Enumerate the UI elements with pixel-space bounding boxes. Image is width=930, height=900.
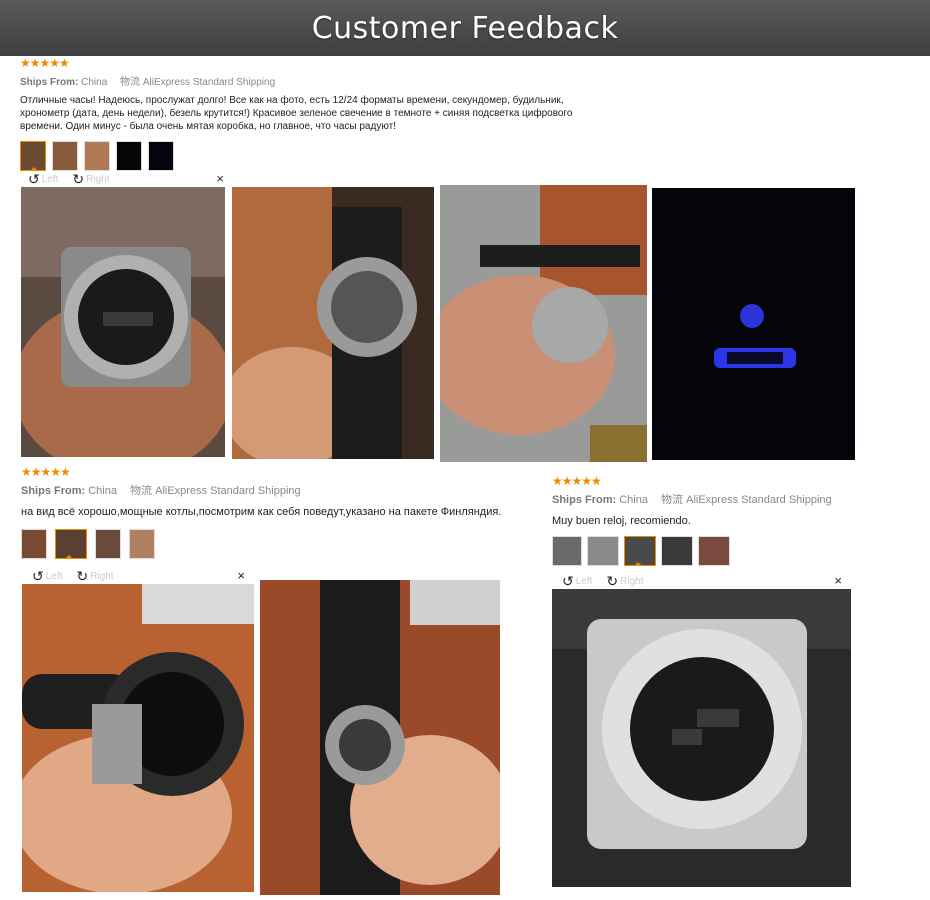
watch-backlight-image (652, 188, 855, 460)
rotate-right-button[interactable]: ↻ Right (72, 172, 109, 186)
thumbnail[interactable] (552, 536, 582, 566)
rotate-left-button[interactable]: ↺ Left (32, 569, 62, 583)
rotate-left-icon: ↺ (32, 568, 44, 584)
thumbnail[interactable] (55, 529, 87, 559)
rotate-left-button[interactable]: ↺ Left (28, 172, 58, 186)
rotate-right-label: Right (86, 173, 110, 185)
thumbnail[interactable] (661, 536, 693, 566)
review-photo[interactable] (21, 187, 225, 457)
shipping-method: 物流 AliExpress Standard Shipping (120, 77, 276, 88)
close-icon[interactable]: × (834, 573, 842, 588)
ships-from-label: Ships From: (552, 494, 617, 506)
rotate-right-label: Right (620, 575, 644, 587)
thumbnail[interactable] (84, 141, 110, 171)
rotate-right-label: Right (90, 570, 114, 582)
review-meta: Ships From: China 物流 AliExpress Standard… (552, 491, 912, 507)
ships-from-value: China (81, 77, 108, 88)
review-photo[interactable] (440, 185, 647, 462)
watch-side-image (440, 185, 647, 462)
thumbnail[interactable] (129, 529, 155, 559)
watch-front-closeup-image (552, 589, 851, 887)
watch-back-hand-image (260, 580, 500, 895)
thumbnail[interactable] (116, 141, 142, 171)
thumbnail[interactable] (148, 141, 174, 171)
rotate-right-icon: ↻ (606, 573, 619, 589)
review-photo[interactable] (22, 584, 254, 892)
watch-back-image (232, 187, 434, 459)
image-viewer-toolbar: ↺ Left ↻ Right × (562, 573, 842, 589)
review-text: на вид всё хорошо,мощные котлы,посмотрим… (21, 506, 502, 518)
thumbnail[interactable] (95, 529, 121, 559)
thumbnail-strip (21, 529, 541, 559)
close-icon[interactable]: × (216, 171, 224, 186)
thumbnail[interactable] (52, 141, 78, 171)
watch-on-wrist-image (21, 187, 225, 457)
shipping-method: 物流 AliExpress Standard Shipping (130, 485, 301, 497)
review-1: ★★★★★ Ships From: China 物流 AliExpress St… (20, 57, 580, 171)
image-viewer-toolbar: ↺ Left ↻ Right × (32, 568, 245, 584)
rotate-right-button[interactable]: ↻ Right (76, 569, 113, 583)
review-photo[interactable] (652, 188, 855, 460)
close-icon[interactable]: × (237, 568, 245, 583)
star-rating: ★★★★★ (21, 465, 71, 479)
review-meta: Ships From: China 物流 AliExpress Standard… (20, 73, 580, 88)
review-meta: Ships From: China 物流 AliExpress Standard… (21, 482, 541, 498)
banner-title: Customer Feedback (311, 10, 619, 46)
image-viewer-toolbar: ↺ Left ↻ Right × (28, 171, 224, 187)
review-photo[interactable] (260, 580, 500, 895)
thumbnail[interactable] (624, 536, 656, 566)
thumbnail-strip (552, 536, 912, 566)
rotate-left-label: Left (41, 173, 59, 185)
review-photo[interactable] (552, 589, 851, 887)
review-text: Muy buen reloj, recomiendo. (552, 515, 691, 527)
rotate-left-icon: ↺ (562, 573, 574, 589)
watch-in-hand-image (22, 584, 254, 892)
thumbnail[interactable] (20, 141, 46, 171)
rotate-right-icon: ↻ (76, 568, 89, 584)
rotate-left-button[interactable]: ↺ Left (562, 574, 592, 588)
thumbnail[interactable] (587, 536, 619, 566)
thumbnail[interactable] (698, 536, 730, 566)
shipping-method: 物流 AliExpress Standard Shipping (661, 494, 832, 506)
review-2: ★★★★★ Ships From: China 物流 AliExpress St… (21, 466, 541, 559)
review-text: Отличные часы! Надеюсь, прослужат долго!… (20, 95, 573, 132)
ships-from-label: Ships From: (21, 485, 86, 497)
review-photo[interactable] (232, 187, 434, 459)
ships-from-value: China (88, 485, 117, 497)
thumbnail[interactable] (21, 529, 47, 559)
thumbnail-strip (20, 141, 580, 171)
rotate-left-label: Left (45, 570, 63, 582)
rotate-left-label: Left (575, 575, 593, 587)
feedback-banner: Customer Feedback (0, 0, 930, 56)
rotate-right-icon: ↻ (72, 171, 85, 187)
rotate-left-icon: ↺ (28, 171, 40, 187)
rotate-right-button[interactable]: ↻ Right (606, 574, 643, 588)
ships-from-value: China (619, 494, 648, 506)
review-3: ★★★★★ Ships From: China 物流 AliExpress St… (552, 475, 912, 566)
ships-from-label: Ships From: (20, 77, 79, 88)
star-rating: ★★★★★ (20, 56, 70, 70)
star-rating: ★★★★★ (552, 474, 602, 488)
